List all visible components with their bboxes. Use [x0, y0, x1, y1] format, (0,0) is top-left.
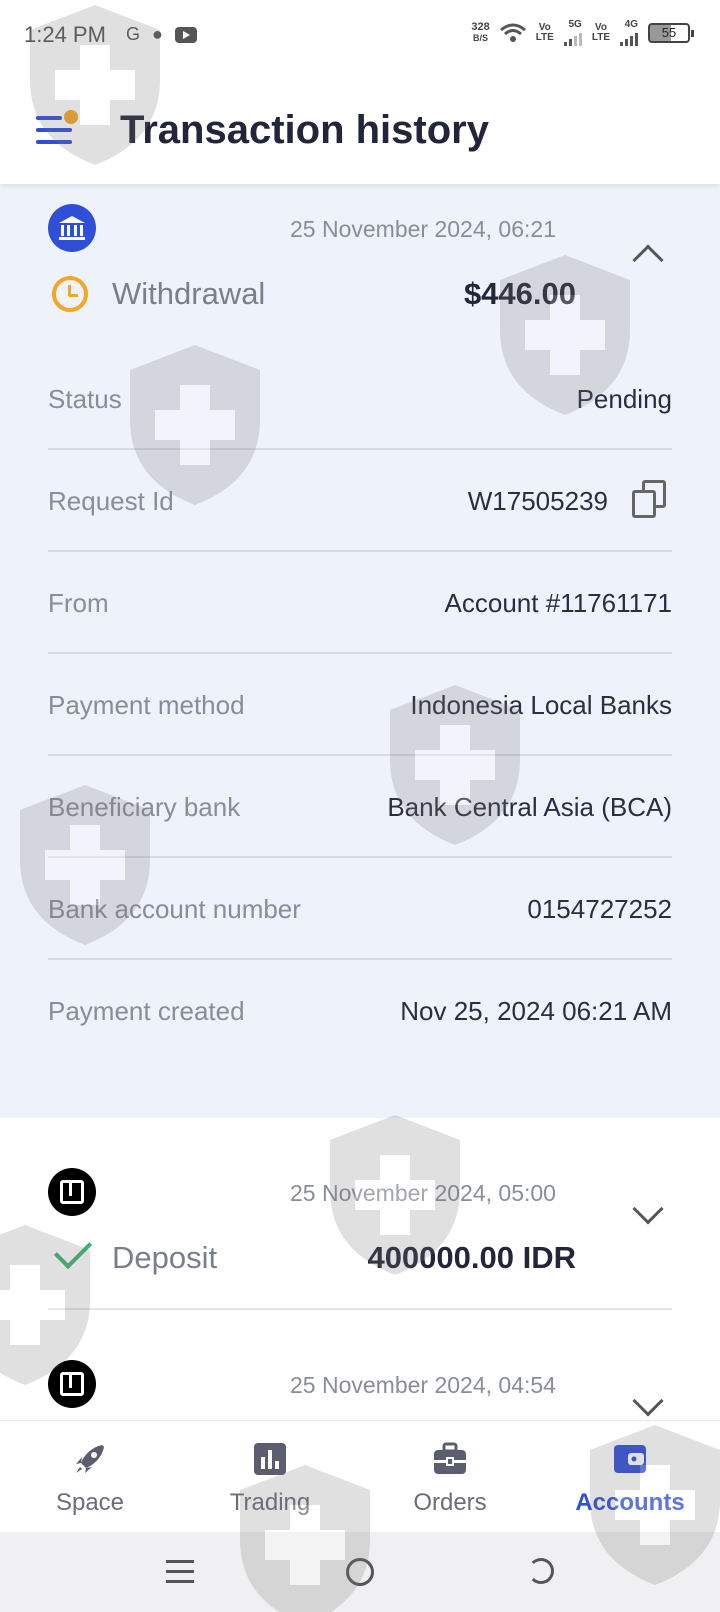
copy-icon[interactable] [632, 480, 666, 518]
recent-apps-icon[interactable] [166, 1560, 194, 1584]
nav-label: Accounts [575, 1489, 685, 1516]
rocket-icon [76, 1445, 104, 1473]
detail-row-from: From Account #11761171 [48, 552, 672, 654]
nav-space[interactable]: Space [0, 1421, 180, 1533]
menu-icon[interactable] [36, 110, 78, 144]
app-header: Transaction history [0, 72, 720, 184]
detail-row-beneficiary-bank: Beneficiary bank Bank Central Asia (BCA) [48, 756, 672, 858]
system-nav-bar [0, 1532, 720, 1612]
transaction-type: Deposit [112, 1240, 218, 1275]
notification-icons: G ● [126, 24, 197, 45]
wallet-icon [614, 1445, 646, 1473]
back-icon[interactable] [528, 1558, 554, 1584]
from-value: Account #11761171 [444, 588, 672, 618]
sim2-volte: Vo LTE [591, 22, 610, 43]
bell-icon: ● [152, 24, 163, 44]
detail-row-status: Status Pending [48, 348, 672, 450]
signal-icon [620, 30, 638, 46]
sim1-volte: Vo LTE [535, 22, 554, 43]
transaction-date: 25 November 2024, 06:21 [290, 216, 556, 242]
transaction-amount: $446.00 [463, 276, 576, 311]
beneficiary-bank-value: Bank Central Asia (BCA) [387, 792, 672, 822]
detail-label: Request Id [48, 486, 174, 516]
exchange-logo-icon [48, 1168, 96, 1216]
nav-label: Space [55, 1489, 125, 1516]
chevron-down-icon[interactable] [632, 1385, 664, 1417]
status-right: 328 B/S Vo LTE 5G Vo LTE 4G 55 [471, 19, 694, 46]
status-bar: 1:24 PM G ● 328 B/S Vo LTE 5G Vo LTE 4G 55 [0, 0, 720, 72]
google-icon: G [126, 24, 141, 44]
divider [48, 1308, 672, 1310]
transaction-date[interactable]: 25 November 2024, 05:00 [290, 1180, 556, 1207]
detail-label: Bank account number [48, 894, 301, 924]
detail-label: Payment method [48, 690, 245, 720]
net-speed: 328 B/S [471, 21, 490, 44]
chevron-down-icon[interactable] [632, 1193, 664, 1225]
check-icon [53, 1230, 93, 1270]
youtube-icon [174, 26, 197, 43]
battery-icon: 55 [648, 23, 694, 43]
detail-label: Payment created [48, 996, 245, 1026]
detail-label: Beneficiary bank [48, 792, 241, 822]
notification-dot [64, 110, 78, 124]
transaction-amount: 400000.00 IDR [367, 1240, 576, 1275]
bottom-nav: Space Trading Orders Accounts [0, 1420, 720, 1532]
detail-row-bank-account: Bank account number 0154727252 [48, 858, 672, 960]
status-value: Pending [576, 384, 672, 414]
payment-created-value: Nov 25, 2024 06:21 AM [400, 996, 672, 1026]
nav-orders[interactable]: Orders [360, 1421, 540, 1533]
sim2-network: 4G [624, 19, 638, 30]
wifi-icon [499, 23, 526, 42]
bank-icon [48, 204, 96, 252]
transaction-date[interactable]: 25 November 2024, 04:54 [290, 1372, 556, 1399]
payment-method-value: Indonesia Local Banks [410, 690, 672, 720]
detail-label: Status [48, 384, 122, 414]
sim1-network: 5G [568, 19, 582, 30]
pending-clock-icon [52, 276, 88, 312]
status-time: 1:24 PM [24, 22, 106, 47]
briefcase-icon [434, 1442, 466, 1474]
detail-row-payment-created: Payment created Nov 25, 2024 06:21 AM [48, 960, 672, 1062]
transaction-type: Withdrawal [112, 276, 266, 311]
nav-trading[interactable]: Trading [180, 1421, 360, 1533]
signal-icon [563, 30, 582, 46]
detail-row-request-id: Request Id W17505239 [48, 450, 672, 552]
chart-icon [254, 1443, 286, 1475]
home-icon[interactable] [346, 1558, 374, 1586]
nav-label: Orders [413, 1489, 487, 1516]
nav-accounts[interactable]: Accounts [540, 1421, 720, 1533]
page-title: Transaction history [120, 108, 489, 152]
request-id-value: W17505239 [467, 486, 608, 516]
nav-label: Trading [229, 1489, 311, 1516]
detail-label: From [48, 588, 109, 618]
bank-account-value: 0154727252 [527, 894, 672, 924]
exchange-logo-icon [48, 1360, 96, 1408]
detail-row-payment-method: Payment method Indonesia Local Banks [48, 654, 672, 756]
